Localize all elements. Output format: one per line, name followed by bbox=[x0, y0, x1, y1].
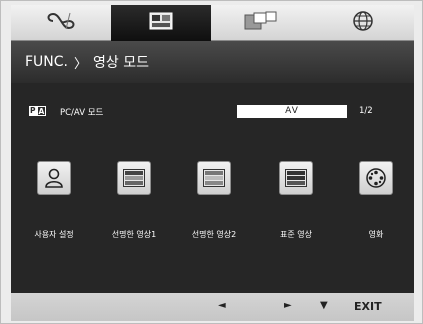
tab-function[interactable] bbox=[111, 5, 211, 41]
user-icon bbox=[37, 161, 71, 195]
movie-reel-icon bbox=[359, 161, 393, 195]
mode-user-setting[interactable]: 사용자 설정 bbox=[17, 161, 91, 251]
mode-label: 사용자 설정 bbox=[34, 230, 74, 239]
pip-icon bbox=[244, 11, 278, 35]
globe-icon bbox=[352, 10, 374, 36]
badge-a: A bbox=[36, 106, 47, 116]
page-indicator: 1/2 bbox=[359, 106, 373, 116]
tab-setup[interactable] bbox=[311, 5, 414, 41]
osd-window: FUNC. 〉 영상 모드 P A PC/AV 모드 AV 1/2 사용자 설정… bbox=[0, 0, 423, 324]
tab-pip[interactable] bbox=[211, 5, 311, 41]
panel-body: P A PC/AV 모드 AV 1/2 사용자 설정 선명한 영상1 선명한 영… bbox=[11, 83, 414, 293]
pcav-mode-row[interactable]: P A PC/AV 모드 AV 1/2 bbox=[29, 105, 399, 119]
breadcrumb-separator: 〉 bbox=[74, 56, 88, 72]
pcav-mode-label: PC/AV 모드 bbox=[60, 108, 104, 118]
picture-mode-icon bbox=[44, 11, 78, 35]
nav-left-button[interactable]: ◄ bbox=[218, 300, 226, 311]
standard-screen-icon bbox=[279, 161, 313, 195]
mode-standard[interactable]: 표준 영상 bbox=[259, 161, 333, 251]
breadcrumb-root: FUNC. bbox=[25, 54, 68, 70]
mode-vivid-1[interactable]: 선명한 영상1 bbox=[97, 161, 171, 251]
breadcrumb: FUNC. 〉 영상 모드 bbox=[11, 41, 414, 83]
nav-right-button[interactable]: ► bbox=[284, 300, 292, 311]
mode-movie[interactable]: 영화 bbox=[339, 161, 413, 251]
picture-mode-list: 사용자 설정 선명한 영상1 선명한 영상2 표준 영상 영화 bbox=[11, 161, 414, 251]
mode-label: 선명한 영상1 bbox=[111, 230, 157, 239]
nav-down-button[interactable]: ▼ bbox=[320, 300, 328, 311]
mode-label: 선명한 영상2 bbox=[191, 230, 237, 239]
exit-button[interactable]: EXIT bbox=[354, 300, 382, 313]
bottom-nav-bar: ◄ ► ▼ EXIT bbox=[11, 293, 414, 321]
mode-label: 표준 영상 bbox=[280, 230, 312, 239]
pcav-mode-value[interactable]: AV bbox=[237, 105, 347, 118]
pa-badge-icon: P A bbox=[29, 106, 47, 116]
vivid1-screen-icon bbox=[117, 161, 151, 195]
mode-label: 영화 bbox=[368, 230, 384, 239]
tab-picture[interactable] bbox=[11, 5, 111, 41]
tab-bar bbox=[11, 5, 414, 41]
vivid2-screen-icon bbox=[197, 161, 231, 195]
breadcrumb-current: 영상 모드 bbox=[93, 55, 149, 71]
badge-p: P bbox=[29, 106, 37, 116]
function-icon bbox=[149, 12, 173, 34]
mode-vivid-2[interactable]: 선명한 영상2 bbox=[177, 161, 251, 251]
main-panel: FUNC. 〉 영상 모드 P A PC/AV 모드 AV 1/2 사용자 설정… bbox=[11, 41, 414, 293]
